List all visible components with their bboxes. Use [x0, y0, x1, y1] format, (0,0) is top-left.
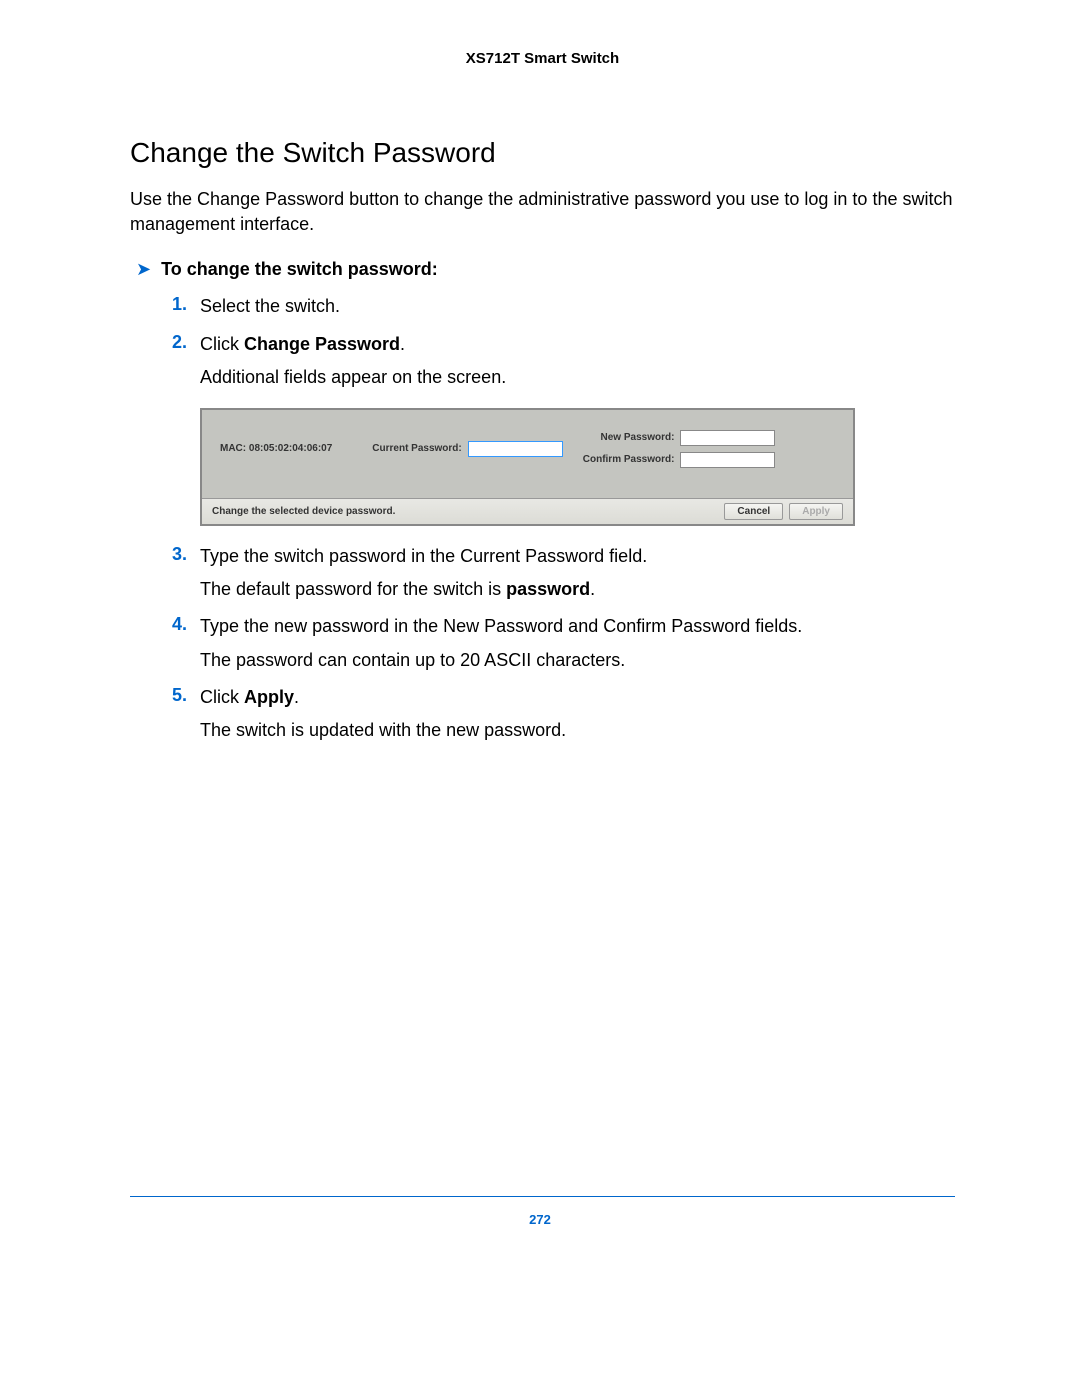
step-2: 2. Click Change Password. Additional fie… — [172, 332, 955, 526]
step-text: Click Apply. — [200, 685, 299, 710]
text-prefix: The default password for the switch is — [200, 579, 506, 599]
procedure-heading: ➤ To change the switch password: — [130, 259, 955, 280]
step-subtext: Additional fields appear on the screen. — [200, 365, 955, 390]
dialog-footer-text: Change the selected device password. — [212, 506, 718, 517]
step-subtext: The default password for the switch is p… — [200, 577, 955, 602]
step-subtext: The password can contain up to 20 ASCII … — [200, 648, 955, 673]
step-text: Type the switch password in the Current … — [200, 544, 647, 569]
confirm-password-label: Confirm Password: — [583, 454, 675, 465]
step-4: 4. Type the new password in the New Pass… — [172, 614, 955, 672]
step-3: 3. Type the switch password in the Curre… — [172, 544, 955, 602]
new-password-label: New Password: — [601, 432, 675, 443]
step-text: Select the switch. — [200, 294, 340, 319]
step-5: 5. Click Apply. The switch is updated wi… — [172, 685, 955, 743]
new-password-input[interactable] — [680, 430, 775, 446]
step-number: 5. — [172, 685, 200, 706]
step-1: 1. Select the switch. — [172, 294, 955, 319]
current-password-label: Current Password: — [372, 443, 461, 454]
text-prefix: Click — [200, 687, 244, 707]
current-password-input[interactable] — [468, 441, 563, 457]
procedure-title: To change the switch password: — [161, 259, 438, 280]
text-prefix: Click — [200, 334, 244, 354]
change-password-dialog: MAC: 08:05:02:04:06:07 Current Password:… — [200, 408, 855, 526]
text-bold: password — [506, 579, 590, 599]
text-suffix: . — [590, 579, 595, 599]
page-number: 272 — [0, 1212, 1080, 1227]
section-title: Change the Switch Password — [130, 137, 955, 169]
step-text: Click Change Password. — [200, 332, 405, 357]
step-number: 4. — [172, 614, 200, 635]
mac-address-label: MAC: 08:05:02:04:06:07 — [220, 443, 332, 454]
chevron-right-icon: ➤ — [136, 259, 151, 280]
text-bold: Apply — [244, 687, 294, 707]
apply-button[interactable]: Apply — [789, 503, 843, 520]
cancel-button[interactable]: Cancel — [724, 503, 783, 520]
step-number: 1. — [172, 294, 200, 315]
text-suffix: . — [294, 687, 299, 707]
confirm-password-input[interactable] — [680, 452, 775, 468]
page-footer-rule — [130, 1196, 955, 1197]
intro-paragraph: Use the Change Password button to change… — [130, 187, 955, 237]
step-number: 2. — [172, 332, 200, 353]
step-text: Type the new password in the New Passwor… — [200, 614, 802, 639]
document-header: XS712T Smart Switch — [130, 50, 955, 67]
text-bold: Change Password — [244, 334, 400, 354]
step-subtext: The switch is updated with the new passw… — [200, 718, 955, 743]
text-suffix: . — [400, 334, 405, 354]
step-number: 3. — [172, 544, 200, 565]
